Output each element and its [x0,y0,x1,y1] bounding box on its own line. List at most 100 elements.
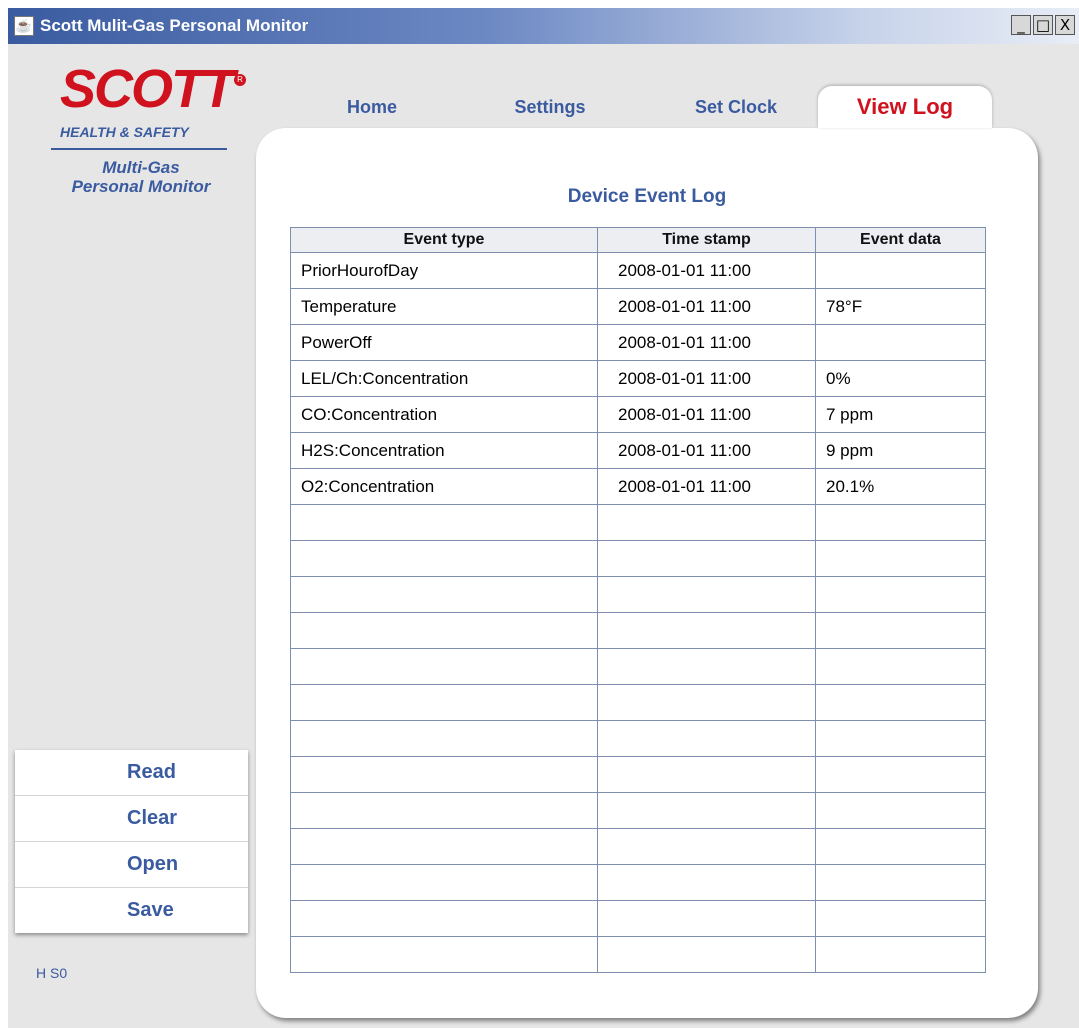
cell-event-type: Temperature [290,288,598,325]
table-row[interactable]: O2:Concentration 2008-01-01 11:00 20.1% [290,468,986,505]
event-log-table: Event type Time stamp Event data PriorHo… [290,227,986,973]
empty-cell [597,612,816,649]
cell-event-data: 9 ppm [815,432,986,469]
app-window: ☕ Scott Mulit-Gas Personal Monitor _ □ X… [8,8,1079,1028]
empty-cell [290,648,598,685]
empty-cell [815,720,986,757]
empty-table-row[interactable] [290,612,986,649]
minimize-button[interactable]: _ [1011,15,1031,35]
empty-cell [290,612,598,649]
registered-mark-icon: R [234,74,246,86]
cell-event-type: CO:Concentration [290,396,598,433]
close-button[interactable]: X [1055,15,1075,35]
empty-cell [815,540,986,577]
empty-table-row[interactable] [290,684,986,721]
empty-cell [597,504,816,541]
table-row[interactable]: H2S:Concentration 2008-01-01 11:00 9 ppm [290,432,986,469]
window-controls: _ □ X [1011,15,1075,35]
empty-cell [290,576,598,613]
action-button-group: Read Clear Open Save [15,750,248,933]
cell-event-data: 7 ppm [815,396,986,433]
clear-button[interactable]: Clear [15,796,248,842]
empty-cell [290,900,598,937]
empty-cell [815,648,986,685]
table-row[interactable]: CO:Concentration 2008-01-01 11:00 7 ppm [290,396,986,433]
empty-table-row[interactable] [290,900,986,937]
column-header-event-data[interactable]: Event data [815,227,986,253]
empty-cell [597,540,816,577]
empty-table-row[interactable] [290,720,986,757]
tab-set-clock[interactable]: Set Clock [678,86,794,128]
empty-cell [815,864,986,901]
empty-table-row[interactable] [290,936,986,973]
table-header-row: Event type Time stamp Event data [290,227,986,253]
empty-cell [597,864,816,901]
empty-cell [815,504,986,541]
empty-cell [815,828,986,865]
cell-time-stamp: 2008-01-01 11:00 [597,252,816,289]
window-title: Scott Mulit-Gas Personal Monitor [40,16,309,35]
tab-view-log[interactable]: View Log [818,86,992,128]
cell-time-stamp: 2008-01-01 11:00 [597,324,816,361]
log-title: Device Event Log [567,186,727,207]
empty-cell [290,936,598,973]
column-header-event-type[interactable]: Event type [290,227,598,253]
empty-cell [290,756,598,793]
empty-cell [290,720,598,757]
java-app-icon: ☕ [14,16,34,36]
empty-table-row[interactable] [290,540,986,577]
cell-event-data [815,324,986,361]
empty-table-row[interactable] [290,576,986,613]
cell-event-data: 0% [815,360,986,397]
save-button[interactable]: Save [15,888,248,933]
empty-table-row[interactable] [290,648,986,685]
cell-event-type: LEL/Ch:Concentration [290,360,598,397]
cell-event-data [815,252,986,289]
empty-cell [290,864,598,901]
tab-home[interactable]: Home [328,86,416,128]
empty-table-row[interactable] [290,828,986,865]
empty-cell [597,900,816,937]
empty-cell [815,792,986,829]
cell-time-stamp: 2008-01-01 11:00 [597,288,816,325]
empty-cell [597,576,816,613]
empty-cell [290,684,598,721]
empty-cell [290,540,598,577]
empty-cell [815,900,986,937]
scott-logo: SCOTT [60,59,235,119]
empty-cell [597,648,816,685]
empty-cell [597,828,816,865]
cell-event-type: H2S:Concentration [290,432,598,469]
cell-event-data: 78°F [815,288,986,325]
empty-cell [597,720,816,757]
empty-cell [597,792,816,829]
table-row[interactable]: PriorHourofDay 2008-01-01 11:00 [290,252,986,289]
empty-cell [815,936,986,973]
table-row[interactable]: PowerOff 2008-01-01 11:00 [290,324,986,361]
table-row[interactable]: LEL/Ch:Concentration 2008-01-01 11:00 0% [290,360,986,397]
cell-event-data: 20.1% [815,468,986,505]
cell-time-stamp: 2008-01-01 11:00 [597,396,816,433]
read-button[interactable]: Read [15,750,248,796]
table-row[interactable]: Temperature 2008-01-01 11:00 78°F [290,288,986,325]
empty-cell [290,828,598,865]
column-header-time-stamp[interactable]: Time stamp [597,227,816,253]
cell-event-type: O2:Concentration [290,468,598,505]
empty-cell [597,936,816,973]
tab-settings[interactable]: Settings [498,86,602,128]
cell-time-stamp: 2008-01-01 11:00 [597,360,816,397]
status-text: H S0 [36,965,68,981]
empty-cell [597,684,816,721]
open-button[interactable]: Open [15,842,248,888]
empty-cell [290,504,598,541]
empty-table-row[interactable] [290,756,986,793]
empty-table-row[interactable] [290,504,986,541]
title-bar[interactable]: ☕ Scott Mulit-Gas Personal Monitor _ □ X [8,8,1079,44]
empty-cell [597,756,816,793]
empty-table-row[interactable] [290,864,986,901]
cell-time-stamp: 2008-01-01 11:00 [597,468,816,505]
empty-table-row[interactable] [290,792,986,829]
maximize-button[interactable]: □ [1033,15,1053,35]
empty-cell [290,792,598,829]
logo-divider [51,148,227,150]
